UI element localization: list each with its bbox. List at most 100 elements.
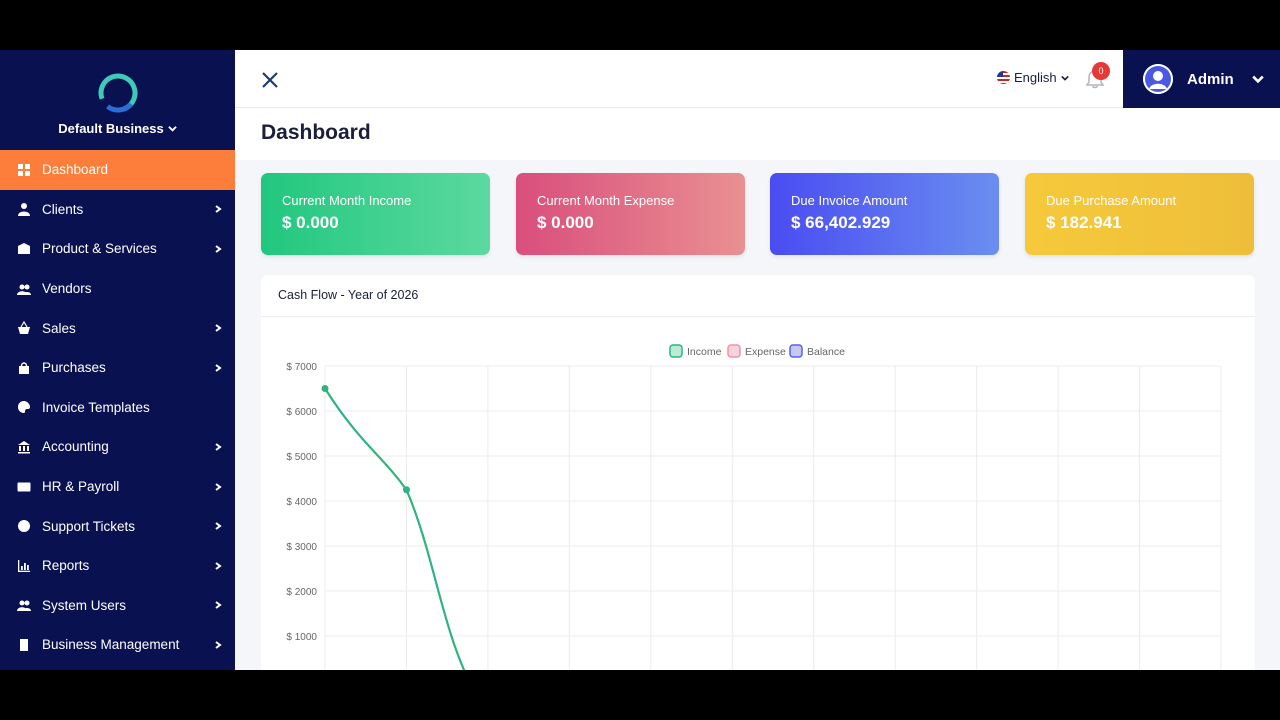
us-flag-icon xyxy=(997,71,1010,84)
chevron-right-icon xyxy=(213,244,223,254)
sidebar-item-vendors[interactable]: Vendors xyxy=(0,269,235,309)
basket-icon xyxy=(16,320,32,336)
legend-swatch xyxy=(727,344,741,358)
building-icon xyxy=(16,637,32,653)
y-tick-label: $ 7000 xyxy=(286,362,317,373)
y-tick-label: $ 2000 xyxy=(286,587,317,598)
expense-card: Current Month Expense $ 0.000 xyxy=(516,173,745,255)
sidebar-item-purchases[interactable]: Purchases xyxy=(0,348,235,388)
avatar xyxy=(1143,64,1173,94)
y-tick-label: $ 6000 xyxy=(286,407,317,418)
app-frame: Default Business Dashboard Clients Product… xyxy=(0,50,1280,670)
cash-flow-panel: Cash Flow - Year of 2026 $ 7000 $ 6000 $ 5… xyxy=(261,275,1255,670)
top-header: English 0 Admin xyxy=(235,50,1280,108)
sidebar-item-label: Reports xyxy=(42,558,90,574)
sidebar-item-label: Product & Services xyxy=(42,241,157,257)
sidebar-item-support-tickets[interactable]: Support Tickets xyxy=(0,506,235,546)
chevron-down-icon xyxy=(1252,75,1264,84)
card-value: $ 66,402.929 xyxy=(791,213,891,232)
chevron-right-icon xyxy=(213,521,223,531)
card-value: $ 182.941 xyxy=(1046,213,1122,232)
chevron-right-icon xyxy=(213,600,223,610)
sidebar-item-sales[interactable]: Sales xyxy=(0,308,235,348)
logo-icon xyxy=(98,73,137,112)
user-name: Admin xyxy=(1187,70,1234,88)
legend-swatch xyxy=(669,344,683,358)
sidebar: Default Business Dashboard Clients Product… xyxy=(0,50,235,670)
income-point[interactable] xyxy=(321,385,329,392)
box-icon xyxy=(16,241,32,257)
sidebar-item-label: Invoice Templates xyxy=(42,399,150,415)
sidebar-item-label: Clients xyxy=(42,201,84,217)
title-bar: Dashboard xyxy=(235,108,1280,160)
bar-chart-icon xyxy=(16,558,32,574)
income-card: Current Month Income $ 0.000 xyxy=(261,173,490,255)
bag-icon xyxy=(16,360,32,376)
card-label: Current Month Income xyxy=(282,193,412,208)
user-icon xyxy=(16,201,32,217)
chevron-right-icon xyxy=(213,204,223,214)
sidebar-item-label: Purchases xyxy=(42,360,106,376)
sidebar-item-label: Sales xyxy=(42,320,76,336)
chevron-down-icon xyxy=(167,125,177,132)
id-card-icon xyxy=(16,479,32,495)
language-selector[interactable]: English xyxy=(997,70,1069,85)
page-title: Dashboard xyxy=(261,121,371,144)
chevron-right-icon xyxy=(213,640,223,650)
bank-icon xyxy=(16,439,32,455)
sidebar-item-business-management[interactable]: Business Management xyxy=(0,625,235,665)
sidebar-item-clients[interactable]: Clients xyxy=(0,190,235,230)
sidebar-item-accounting[interactable]: Accounting xyxy=(0,427,235,467)
chevron-right-icon xyxy=(213,442,223,452)
legend-swatch xyxy=(789,344,803,358)
card-value: $ 0.000 xyxy=(537,213,594,232)
users-icon xyxy=(16,597,32,613)
card-value: $ 0.000 xyxy=(282,213,339,232)
chevron-right-icon xyxy=(213,561,223,571)
y-tick-label: $ 1000 xyxy=(286,632,317,643)
palette-icon xyxy=(16,399,32,415)
sidebar-item-label: Business Management xyxy=(42,637,180,653)
sidebar-item-invoice-templates[interactable]: Invoice Templates xyxy=(0,388,235,428)
card-label: Current Month Expense xyxy=(537,193,675,208)
users-icon xyxy=(16,281,32,297)
language-label: English xyxy=(1014,70,1057,85)
due-purchase-card: Due Purchase Amount $ 182.941 xyxy=(1025,173,1254,255)
sidebar-item-dashboard[interactable]: Dashboard xyxy=(0,150,235,190)
panel-title: Cash Flow - Year of 2026 xyxy=(261,275,1255,317)
close-icon[interactable] xyxy=(260,70,280,90)
y-tick-label: $ 5000 xyxy=(286,452,317,463)
sidebar-item-product-services[interactable]: Product & Services xyxy=(0,229,235,269)
chevron-right-icon xyxy=(213,363,223,373)
sidebar-item-hr-payroll[interactable]: HR & Payroll xyxy=(0,467,235,507)
income-point[interactable] xyxy=(402,486,410,494)
income-line xyxy=(324,387,466,670)
sidebar-item-label: Vendors xyxy=(42,281,92,297)
lifebuoy-icon xyxy=(16,518,32,534)
legend-label: Balance xyxy=(807,346,845,358)
sidebar-item-reports[interactable]: Reports xyxy=(0,546,235,586)
notification-badge: 0 xyxy=(1092,62,1110,80)
sidebar-item-label: Dashboard xyxy=(42,162,109,178)
brand: Default Business xyxy=(0,50,235,150)
chevron-right-icon xyxy=(213,323,223,333)
sidebar-item-system-users[interactable]: System Users xyxy=(0,586,235,626)
user-menu[interactable]: Admin xyxy=(1123,50,1280,108)
chevron-down-icon xyxy=(1060,75,1069,81)
business-selector[interactable]: Default Business xyxy=(58,120,177,136)
chevron-right-icon xyxy=(213,482,223,492)
sidebar-item-label: Support Tickets xyxy=(42,518,136,534)
sidebar-item-label: Accounting xyxy=(42,439,109,455)
y-tick-label: $ 3000 xyxy=(286,542,317,553)
sidebar-item-label: System Users xyxy=(42,597,127,613)
legend-label: Expense xyxy=(745,346,786,358)
dashboard-icon xyxy=(16,162,32,178)
sidebar-menu: Dashboard Clients Product & Services Vendor… xyxy=(0,150,235,665)
y-tick-label: $ 4000 xyxy=(286,497,317,508)
legend-label: Income xyxy=(687,346,722,358)
business-name: Default Business xyxy=(58,120,164,136)
card-label: Due Invoice Amount xyxy=(791,193,908,208)
sidebar-item-label: HR & Payroll xyxy=(42,479,120,495)
due-invoice-card: Due Invoice Amount $ 66,402.929 xyxy=(770,173,999,255)
cash-flow-chart: $ 7000 $ 6000 $ 5000 $ 4000 $ 3000 $ 2000 $ 10… xyxy=(286,344,1222,670)
